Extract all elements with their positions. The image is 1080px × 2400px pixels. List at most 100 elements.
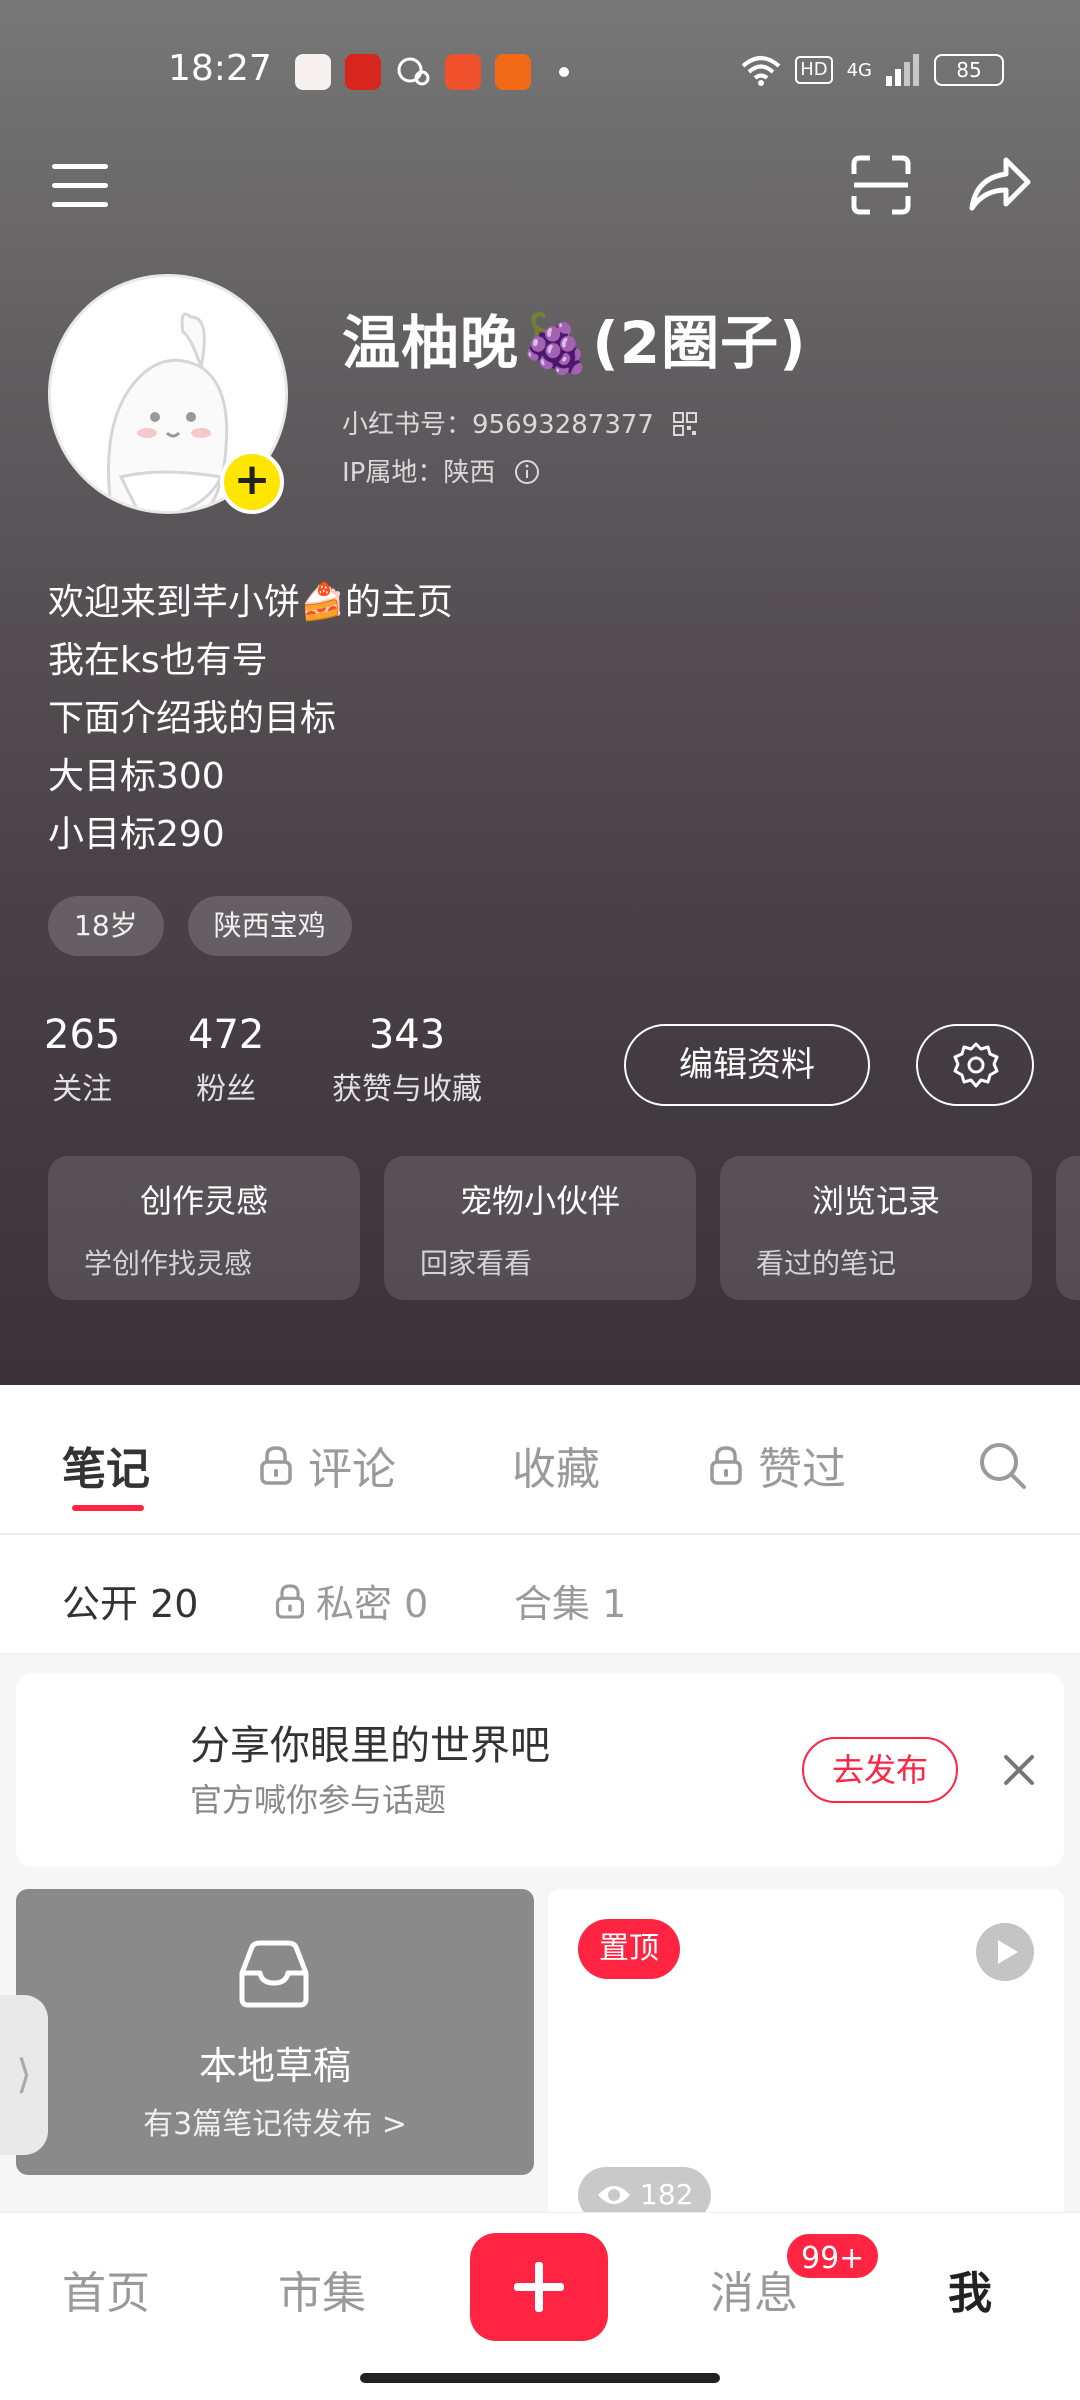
subtab-label: 公开 20 bbox=[62, 1582, 199, 1626]
visibility-subtabs: 公开 20 私密 0 合集 1 bbox=[0, 1537, 1080, 1655]
profile-tags: 18岁 陕西宝鸡 bbox=[48, 896, 352, 956]
subtab-label: 私密 0 bbox=[316, 1582, 429, 1626]
user-id-text: 小红书号：95693287377 bbox=[342, 410, 654, 440]
card-subtitle: 回家看看 bbox=[420, 1247, 533, 1280]
ip-location-text: IP属地：陕西 bbox=[342, 458, 496, 488]
bio-line: 我在ks也有号 bbox=[48, 640, 268, 681]
lock-icon bbox=[276, 1583, 304, 1619]
tab-label: 笔记 bbox=[62, 1444, 150, 1495]
nav-me[interactable]: 我 bbox=[948, 2257, 992, 2321]
wifi-icon bbox=[741, 56, 781, 86]
tab-label: 收藏 bbox=[512, 1444, 600, 1495]
user-id[interactable]: 小红书号：95693287377 bbox=[342, 404, 698, 441]
nav-market[interactable]: 市集 bbox=[278, 2257, 366, 2321]
card-title: 宠物小伙伴 bbox=[459, 1182, 620, 1220]
app-notification-icon bbox=[345, 54, 381, 90]
prompt-title: 分享你眼里的世界吧 bbox=[190, 1723, 550, 1769]
eye-icon bbox=[598, 2186, 630, 2204]
edit-profile-button[interactable]: 编辑资料 bbox=[624, 1024, 870, 1106]
home-indicator[interactable] bbox=[360, 2373, 720, 2383]
age-tag: 18岁 bbox=[48, 896, 164, 956]
stats-row: 265 关注 472 粉丝 343 获赞与收藏 bbox=[0, 1012, 600, 1132]
feature-cards: 创作灵感 学创作找灵感 宠物小伙伴 回家看看 浏览记录 看过的笔记 bbox=[48, 1156, 1080, 1300]
signal-icon bbox=[886, 54, 919, 86]
stat-label: 获赞与收藏 bbox=[332, 1072, 482, 1107]
stat-value: 265 bbox=[44, 1012, 121, 1058]
drafts-subtitle: 有3篇笔记待发布 > bbox=[143, 2107, 407, 2142]
search-icon[interactable] bbox=[976, 1439, 1028, 1491]
messages-badge: 99+ bbox=[784, 2231, 882, 2281]
tab-notes[interactable]: 笔记 bbox=[62, 1433, 150, 1497]
network-type: 4G bbox=[846, 59, 872, 81]
subtab-label: 合集 1 bbox=[514, 1582, 627, 1626]
stat-following[interactable]: 265 关注 bbox=[44, 1012, 120, 1108]
stat-label: 关注 bbox=[52, 1072, 113, 1107]
pinned-badge: 置顶 bbox=[578, 1919, 680, 1979]
content-tabs: 笔记 评论 收藏 赞过 bbox=[0, 1385, 1080, 1535]
nav-messages[interactable]: 消息 bbox=[710, 2257, 798, 2321]
profile-header: 18:27 HD 4G 85 + 温柚晚🍇(2圈子) 小红书号：95693287… bbox=[0, 0, 1080, 1385]
subtab-collection[interactable]: 合集 1 bbox=[514, 1573, 626, 1628]
card-pet-buddy[interactable]: 宠物小伙伴 回家看看 bbox=[384, 1156, 696, 1300]
scan-button[interactable] bbox=[850, 154, 912, 216]
nickname: 温柚晚🍇(2圈子) bbox=[342, 309, 807, 377]
subtab-private[interactable]: 私密 0 bbox=[274, 1573, 428, 1628]
local-drafts-card[interactable]: 本地草稿 有3篇笔记待发布 > bbox=[16, 1889, 534, 2175]
tab-comments[interactable]: 评论 bbox=[258, 1433, 396, 1497]
menu-button[interactable] bbox=[52, 164, 108, 210]
settings-button[interactable] bbox=[916, 1024, 1034, 1106]
status-time: 18:27 bbox=[168, 48, 272, 89]
battery-icon: 85 bbox=[934, 54, 1004, 86]
topic-prompt-banner[interactable]: 分享你眼里的世界吧 官方喊你参与话题 去发布 bbox=[16, 1673, 1064, 1867]
stat-likes-collections[interactable]: 343 获赞与收藏 bbox=[332, 1012, 482, 1108]
stat-value: 343 bbox=[368, 1012, 446, 1058]
bio-line: 欢迎来到芊小饼🍰的主页 bbox=[48, 582, 453, 623]
nav-home[interactable]: 首页 bbox=[62, 2257, 150, 2321]
card-subtitle: 学创作找灵感 bbox=[84, 1247, 253, 1280]
subtab-public[interactable]: 公开 20 bbox=[62, 1573, 198, 1628]
card-browse-history[interactable]: 浏览记录 看过的笔记 bbox=[720, 1156, 1032, 1300]
drafts-box-icon bbox=[239, 1940, 309, 2008]
bio: 欢迎来到芊小饼🍰的主页 我在ks也有号 下面介绍我的目标 大目标300 小目标2… bbox=[48, 574, 453, 864]
side-drawer-handle[interactable]: ⟩ bbox=[0, 1995, 48, 2155]
chat-bubble-icon bbox=[397, 57, 430, 86]
play-icon bbox=[976, 1923, 1034, 1981]
tab-liked[interactable]: 赞过 bbox=[708, 1433, 846, 1497]
status-indicators: HD 4G 85 bbox=[741, 54, 1004, 86]
hamburger-icon bbox=[52, 164, 108, 169]
gear-icon bbox=[953, 1042, 999, 1088]
info-icon[interactable] bbox=[514, 459, 540, 485]
tab-label: 赞过 bbox=[758, 1444, 846, 1495]
card-subtitle: 看过的笔记 bbox=[756, 1247, 897, 1280]
more-notifications-dot bbox=[559, 67, 569, 77]
stat-label: 粉丝 bbox=[196, 1072, 257, 1107]
prompt-subtitle: 官方喊你参与话题 bbox=[190, 1781, 447, 1819]
app-notification-icon bbox=[495, 54, 531, 90]
hd-badge: HD bbox=[795, 56, 833, 84]
card-title: 浏览记录 bbox=[811, 1182, 940, 1220]
close-icon[interactable] bbox=[1002, 1753, 1036, 1787]
add-avatar-button[interactable]: + bbox=[220, 450, 284, 514]
go-publish-button[interactable]: 去发布 bbox=[802, 1737, 958, 1803]
app-notification-icon bbox=[445, 54, 481, 90]
drafts-title: 本地草稿 bbox=[198, 2044, 351, 2088]
create-post-button[interactable] bbox=[470, 2233, 608, 2341]
tab-collections[interactable]: 收藏 bbox=[512, 1433, 600, 1497]
card-creation-inspiration[interactable]: 创作灵感 学创作找灵感 bbox=[48, 1156, 360, 1300]
bio-line: 小目标290 bbox=[48, 814, 225, 855]
card-more-peek[interactable] bbox=[1056, 1156, 1080, 1300]
bottom-nav: 首页 市集 消息 99+ 我 bbox=[0, 2212, 1080, 2400]
lock-icon bbox=[710, 1446, 742, 1485]
pinned-note-card[interactable]: 置顶 182 bbox=[548, 1889, 1064, 2223]
stat-value: 472 bbox=[188, 1012, 265, 1058]
status-bar: 18:27 HD 4G 85 bbox=[0, 48, 1080, 98]
bio-line: 下面介绍我的目标 bbox=[48, 698, 337, 739]
stat-followers[interactable]: 472 粉丝 bbox=[188, 1012, 264, 1108]
ip-location: IP属地：陕西 bbox=[342, 452, 540, 489]
bio-line: 大目标300 bbox=[48, 756, 225, 797]
app-notification-icon bbox=[295, 54, 331, 90]
active-tab-indicator bbox=[72, 1505, 144, 1511]
share-button[interactable] bbox=[966, 152, 1032, 218]
qr-code-icon[interactable] bbox=[672, 411, 698, 437]
top-bar bbox=[0, 150, 1080, 230]
